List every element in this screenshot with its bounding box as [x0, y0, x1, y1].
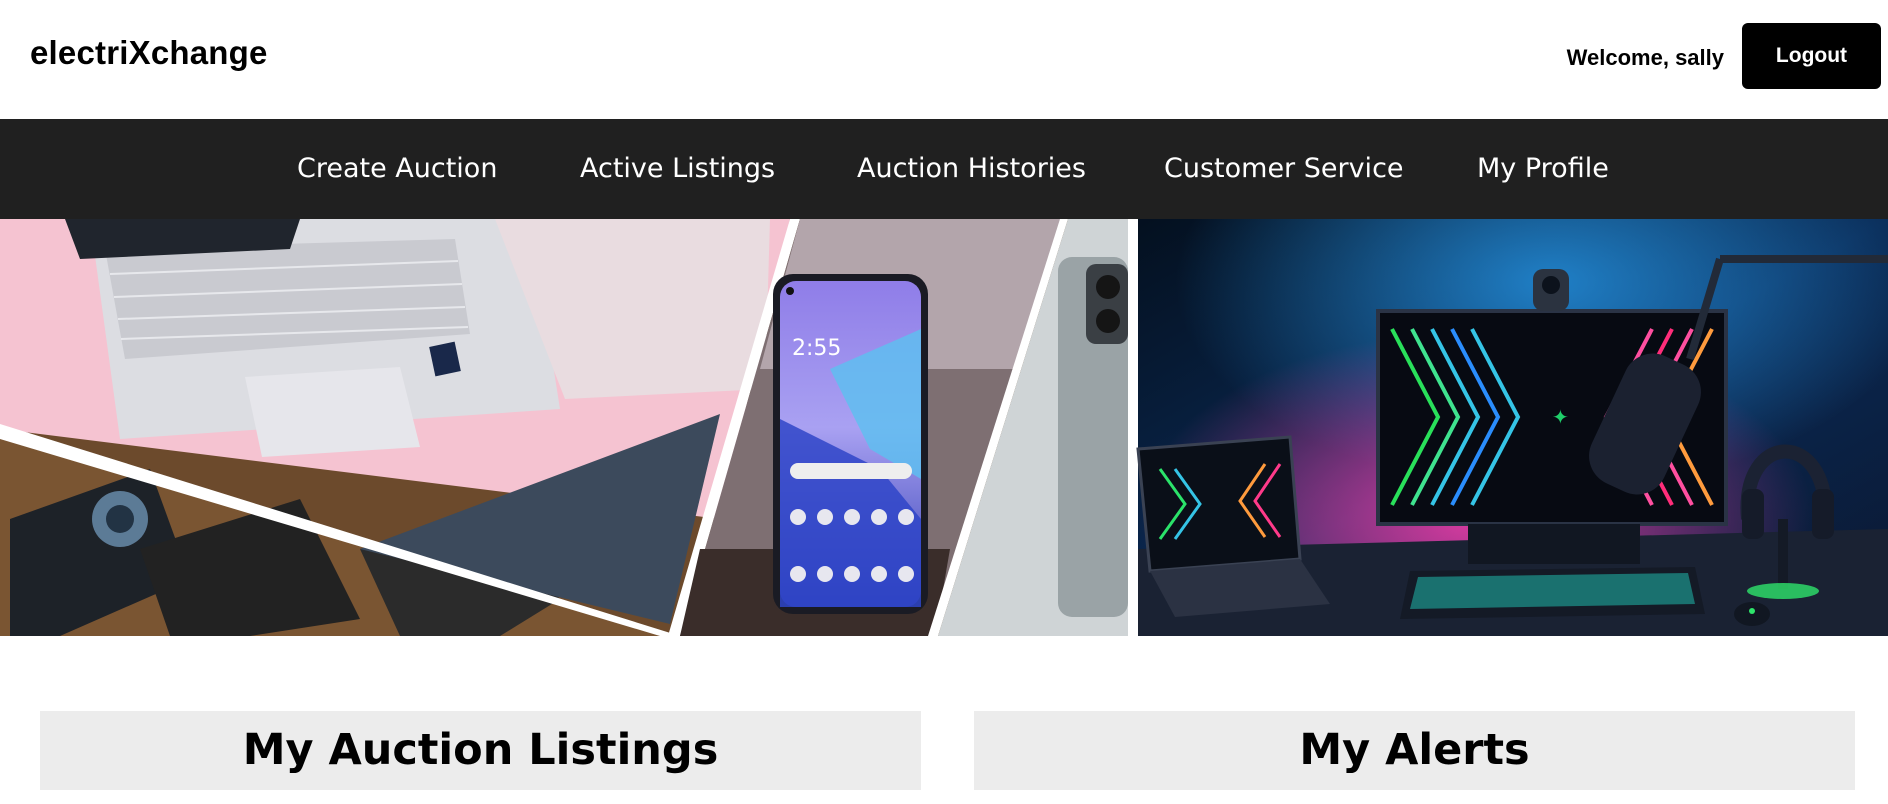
logout-button[interactable]: Logout: [1742, 23, 1881, 89]
svg-text:✦: ✦: [1552, 405, 1569, 429]
my-auction-listings-heading: My Auction Listings: [40, 711, 921, 790]
my-alerts-heading: My Alerts: [974, 711, 1855, 790]
top-header: electriXchange Welcome, sally Logout: [0, 0, 1888, 119]
nav-my-profile[interactable]: My Profile: [1477, 119, 1609, 219]
nav-auction-histories[interactable]: Auction Histories: [857, 119, 1086, 219]
brand-logo[interactable]: electriXchange: [30, 34, 268, 72]
nav-customer-service[interactable]: Customer Service: [1164, 119, 1404, 219]
phone-clock: 2:55: [792, 336, 841, 361]
hero-banner: 2:55 ✦: [0, 219, 1888, 636]
nav-create-auction[interactable]: Create Auction: [297, 119, 497, 219]
welcome-text: Welcome, sally: [1566, 45, 1724, 70]
main-nav: Create Auction Active Listings Auction H…: [0, 119, 1888, 219]
nav-active-listings[interactable]: Active Listings: [580, 119, 775, 219]
